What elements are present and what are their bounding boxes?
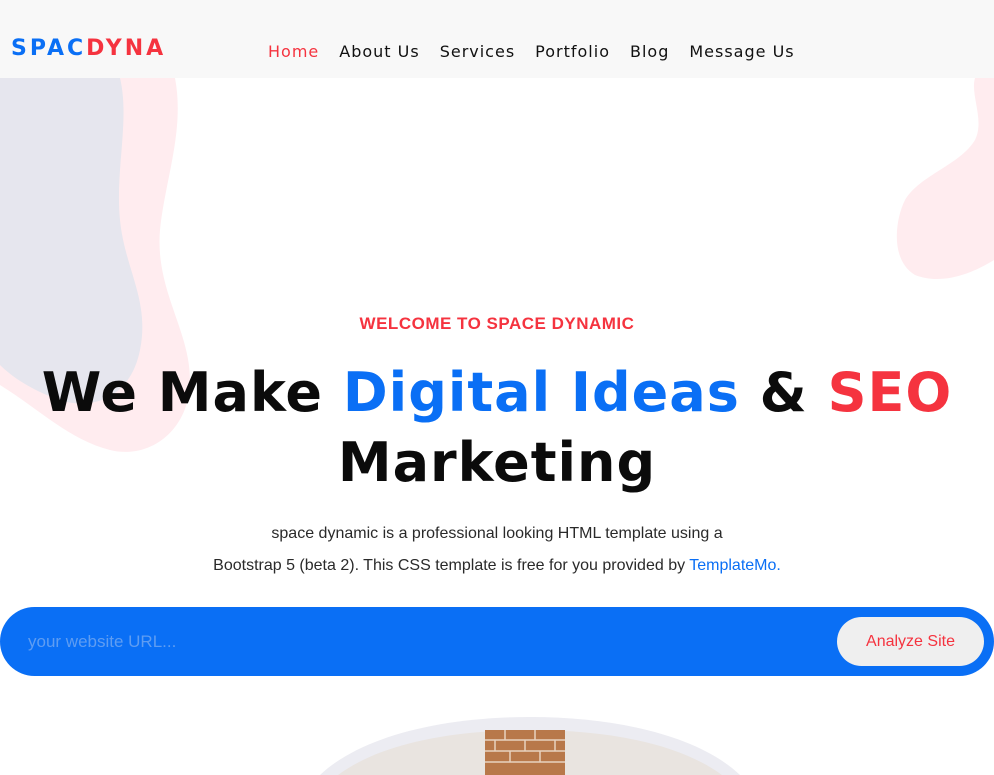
headline-line2: Marketing xyxy=(337,431,657,494)
brand-logo-part1: SPAC xyxy=(11,36,87,61)
hero-photo-bricks xyxy=(485,730,565,775)
hero-photo xyxy=(320,717,740,775)
description-line1: space dynamic is a professional looking … xyxy=(271,525,723,542)
nav-item-services[interactable]: Services xyxy=(440,42,515,62)
brand-logo-part2: DYNA xyxy=(86,36,167,61)
nav-item-message-us[interactable]: Message Us xyxy=(689,42,794,62)
top-navigation-bar: SPACDYNA Home About Us Services Portfoli… xyxy=(0,0,994,78)
nav-item-about-us[interactable]: About Us xyxy=(339,42,419,62)
headline-part1: We Make xyxy=(41,361,343,424)
nav-item-blog[interactable]: Blog xyxy=(630,42,669,62)
headline-highlight-seo: SEO xyxy=(827,361,953,424)
hero-description: space dynamic is a professional looking … xyxy=(0,518,994,582)
brand-logo[interactable]: SPACDYNA xyxy=(11,36,166,62)
hero-headline: We Make Digital Ideas & SEO Marketing xyxy=(0,358,994,498)
description-line2: Bootstrap 5 (beta 2). This CSS template … xyxy=(213,557,690,574)
website-analyze-form: Analyze Site xyxy=(0,607,994,676)
headline-part2: & xyxy=(739,361,828,424)
main-menu: Home About Us Services Portfolio Blog Me… xyxy=(268,42,795,62)
hero-eyebrow: WELCOME TO SPACE DYNAMIC xyxy=(359,314,635,333)
nav-item-home[interactable]: Home xyxy=(268,42,319,62)
templatemo-link[interactable]: TemplateMo. xyxy=(689,557,781,574)
nav-item-portfolio[interactable]: Portfolio xyxy=(535,42,610,62)
blob-shape-left-gray xyxy=(0,78,143,404)
analyze-site-button[interactable]: Analyze Site xyxy=(837,617,984,666)
blob-shape-right-pink xyxy=(896,78,994,280)
headline-highlight-digital-ideas: Digital Ideas xyxy=(342,361,740,424)
website-url-input[interactable] xyxy=(28,627,818,657)
